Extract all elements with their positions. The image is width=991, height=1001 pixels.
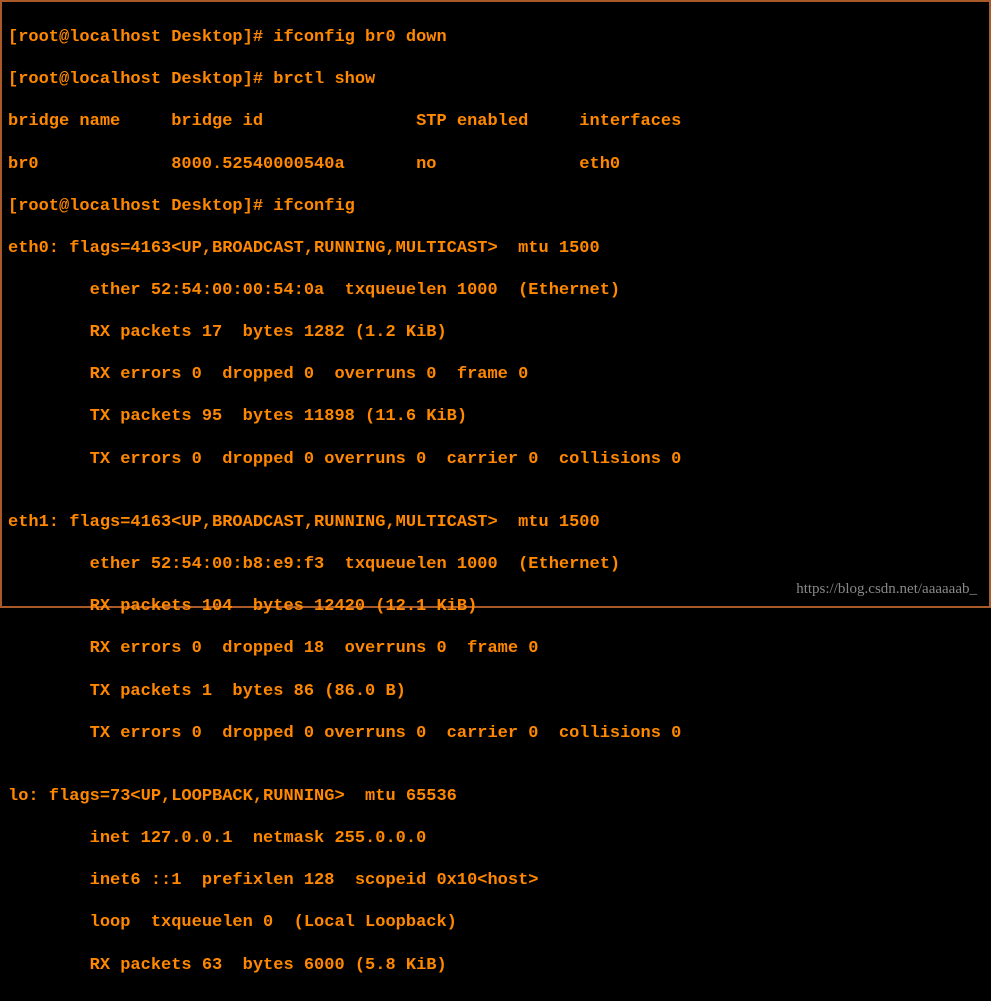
terminal-line: TX errors 0 dropped 0 overruns 0 carrier…: [8, 449, 983, 470]
terminal-line: RX packets 17 bytes 1282 (1.2 KiB): [8, 322, 983, 343]
terminal-line: eth1: flags=4163<UP,BROADCAST,RUNNING,MU…: [8, 512, 983, 533]
terminal-line: lo: flags=73<UP,LOOPBACK,RUNNING> mtu 65…: [8, 786, 983, 807]
terminal-line: inet6 ::1 prefixlen 128 scopeid 0x10<hos…: [8, 870, 983, 891]
terminal-output[interactable]: [root@localhost Desktop]# ifconfig br0 d…: [2, 2, 989, 1001]
terminal-line: [root@localhost Desktop]# brctl show: [8, 69, 983, 90]
terminal-line: TX packets 1 bytes 86 (86.0 B): [8, 681, 983, 702]
terminal-line: RX errors 0 dropped 18 overruns 0 frame …: [8, 638, 983, 659]
terminal-line: [root@localhost Desktop]# ifconfig: [8, 196, 983, 217]
terminal-line: TX packets 95 bytes 11898 (11.6 KiB): [8, 406, 983, 427]
terminal-line: inet 127.0.0.1 netmask 255.0.0.0: [8, 828, 983, 849]
terminal-line: [root@localhost Desktop]# ifconfig br0 d…: [8, 27, 983, 48]
terminal-line: bridge name bridge id STP enabled interf…: [8, 111, 983, 132]
terminal-line: ether 52:54:00:00:54:0a txqueuelen 1000 …: [8, 280, 983, 301]
terminal-line: ether 52:54:00:b8:e9:f3 txqueuelen 1000 …: [8, 554, 983, 575]
terminal-line: eth0: flags=4163<UP,BROADCAST,RUNNING,MU…: [8, 238, 983, 259]
terminal-line: RX packets 63 bytes 6000 (5.8 KiB): [8, 955, 983, 976]
terminal-line: br0 8000.52540000540a no eth0: [8, 154, 983, 175]
terminal-line: TX errors 0 dropped 0 overruns 0 carrier…: [8, 723, 983, 744]
watermark-text: https://blog.csdn.net/aaaaaab_: [796, 581, 977, 598]
terminal-line: RX errors 0 dropped 0 overruns 0 frame 0: [8, 364, 983, 385]
terminal-line: RX packets 104 bytes 12420 (12.1 KiB): [8, 596, 983, 617]
terminal-line: loop txqueuelen 0 (Local Loopback): [8, 912, 983, 933]
